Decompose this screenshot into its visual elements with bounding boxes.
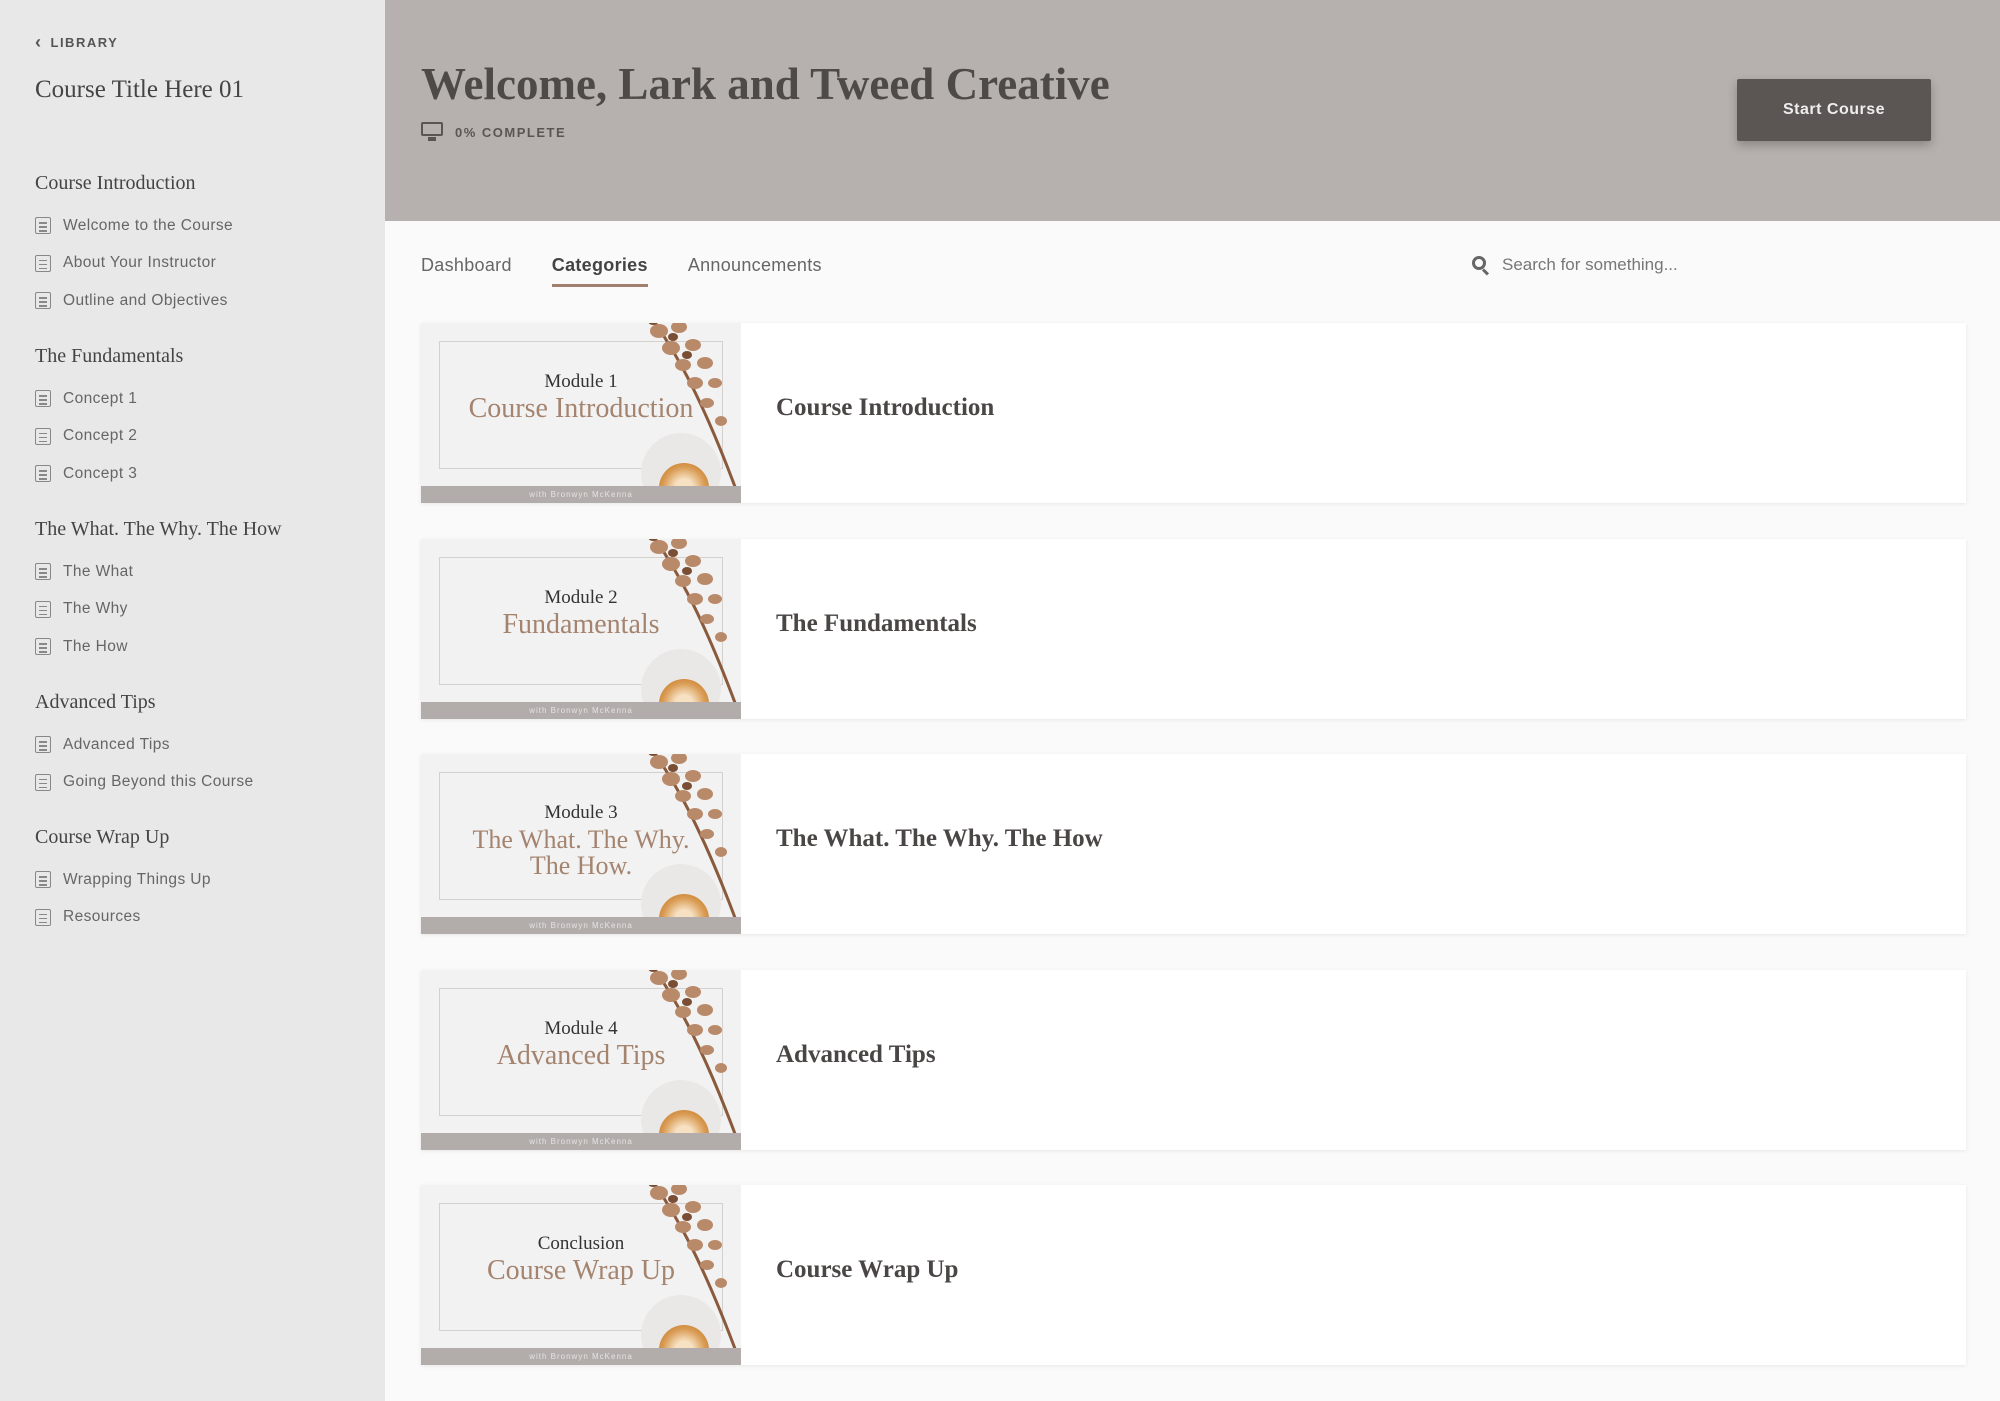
sidebar-lesson-item[interactable]: About Your Instructor (35, 245, 375, 283)
sidebar-lesson-item[interactable]: The How (35, 628, 375, 666)
document-icon (35, 292, 51, 310)
document-icon (35, 390, 51, 408)
sidebar-lesson-item[interactable]: Concept 3 (35, 455, 375, 493)
category-title[interactable]: Course Introduction (776, 394, 994, 422)
tab-categories[interactable]: Categories (551, 255, 648, 287)
document-icon (35, 908, 51, 926)
sidebar-lesson-item[interactable]: The What (35, 553, 375, 591)
sidebar-section-title[interactable]: Advanced Tips (35, 690, 375, 726)
document-icon (35, 563, 51, 581)
sidebar-lesson-label: Concept 2 (63, 427, 138, 445)
category-card[interactable]: Module 1 Course Introduction with Bronwy… (421, 323, 1966, 503)
sidebar-lesson-label: The How (63, 637, 128, 655)
thumbnail-byline: with Bronwyn McKenna (421, 1348, 741, 1365)
category-title[interactable]: Advanced Tips (776, 1041, 936, 1069)
sidebar-section: The What. The Why. The How The What The … (35, 517, 375, 666)
thumbnail-byline: with Bronwyn McKenna (421, 486, 741, 503)
sidebar-lesson-item[interactable]: Concept 2 (35, 418, 375, 456)
sidebar-lesson-item[interactable]: Welcome to the Course (35, 207, 375, 245)
sidebar-section-title[interactable]: Course Wrap Up (35, 825, 375, 861)
document-icon (35, 254, 51, 272)
sidebar-lesson-item[interactable]: Outline and Objectives (35, 282, 375, 320)
sidebar-lesson-label: The What (63, 562, 134, 580)
document-icon (35, 638, 51, 656)
sidebar-section: Course Introduction Welcome to the Cours… (35, 171, 375, 320)
tab-bar: Dashboard Categories Announcements (421, 255, 822, 287)
monitor-icon (421, 122, 443, 142)
course-title: Course Title Here 01 (35, 76, 245, 103)
tab-dashboard[interactable]: Dashboard (421, 255, 512, 287)
thumbnail-byline: with Bronwyn McKenna (421, 1133, 741, 1150)
library-label: LIBRARY (50, 34, 119, 50)
welcome-heading: Welcome, Lark and Tweed Creative (421, 59, 1110, 109)
category-thumbnail[interactable]: Conclusion Course Wrap Up with Bronwyn M… (421, 1185, 741, 1365)
sidebar-section: Advanced Tips Advanced Tips Going Beyond… (35, 690, 375, 801)
category-thumbnail[interactable]: Module 1 Course Introduction with Bronwy… (421, 323, 741, 503)
progress-label: 0% COMPLETE (455, 124, 567, 140)
search-input[interactable] (1502, 255, 1882, 275)
sidebar-lesson-item[interactable]: Going Beyond this Course (35, 764, 375, 802)
sidebar-lesson-item[interactable]: Resources (35, 899, 375, 937)
category-card[interactable]: Module 2 Fundamentals with Bronwyn McKen… (421, 539, 1966, 719)
category-thumbnail[interactable]: Module 4 Advanced Tips with Bronwyn McKe… (421, 970, 741, 1150)
sidebar: ‹ LIBRARY Course Title Here 01 Course In… (0, 0, 385, 1401)
thumbnail-module-label: Module 2 (544, 587, 618, 608)
sidebar-lesson-label: Concept 3 (63, 464, 138, 482)
sidebar-lesson-label: Wrapping Things Up (63, 870, 211, 888)
category-card[interactable]: Module 3 The What. The Why. The How. wit… (421, 754, 1966, 934)
thumbnail-title: Fundamentals (502, 609, 660, 640)
sidebar-lesson-item[interactable]: Advanced Tips (35, 726, 375, 764)
sidebar-lesson-item[interactable]: The Why (35, 591, 375, 629)
document-icon (35, 217, 51, 235)
thumbnail-title: Course Introduction (468, 393, 694, 424)
thumbnail-byline: with Bronwyn McKenna (421, 702, 741, 719)
document-icon (35, 600, 51, 618)
sidebar-section-title[interactable]: Course Introduction (35, 171, 375, 207)
course-header: Welcome, Lark and Tweed Creative 0% COMP… (385, 0, 2000, 221)
category-title[interactable]: The What. The Why. The How (776, 825, 1103, 853)
sidebar-lesson-label: Concept 1 (63, 389, 138, 407)
sidebar-lesson-label: Resources (63, 908, 141, 926)
search-box (1472, 255, 1892, 276)
thumbnail-module-label: Module 3 (544, 802, 618, 823)
sidebar-section: Course Wrap Up Wrapping Things Up Resour… (35, 825, 375, 936)
chevron-left-icon: ‹ (35, 32, 43, 52)
tab-announcements[interactable]: Announcements (688, 255, 822, 287)
search-icon[interactable] (1472, 256, 1490, 276)
progress-indicator: 0% COMPLETE (421, 122, 566, 142)
sidebar-section: The Fundamentals Concept 1 Concept 2 Con… (35, 344, 375, 493)
thumbnail-title: The What. The Why. The How. (472, 825, 690, 880)
sidebar-lesson-label: About Your Instructor (63, 254, 217, 272)
thumbnail-module-label: Module 4 (544, 1018, 618, 1039)
category-title[interactable]: The Fundamentals (776, 610, 977, 638)
sidebar-lesson-item[interactable]: Concept 1 (35, 380, 375, 418)
thumbnail-byline: with Bronwyn McKenna (421, 917, 741, 934)
document-icon (35, 736, 51, 754)
category-thumbnail[interactable]: Module 3 The What. The Why. The How. wit… (421, 754, 741, 934)
sidebar-lesson-label: Going Beyond this Course (63, 773, 254, 791)
category-title[interactable]: Course Wrap Up (776, 1256, 958, 1284)
sidebar-lesson-label: Welcome to the Course (63, 216, 234, 234)
thumbnail-title: Advanced Tips (496, 1040, 666, 1071)
document-icon (35, 465, 51, 483)
document-icon (35, 871, 51, 889)
sidebar-section-title[interactable]: The Fundamentals (35, 344, 375, 380)
thumbnail-module-label: Conclusion (537, 1233, 625, 1254)
category-card[interactable]: Conclusion Course Wrap Up with Bronwyn M… (421, 1185, 1966, 1365)
sidebar-lesson-label: Advanced Tips (63, 735, 170, 753)
document-icon (35, 427, 51, 445)
thumbnail-title: Course Wrap Up (486, 1255, 676, 1286)
sidebar-lesson-label: Outline and Objectives (63, 291, 228, 309)
sidebar-section-title[interactable]: The What. The Why. The How (35, 517, 375, 553)
sidebar-lesson-label: The Why (63, 600, 128, 618)
library-back-link[interactable]: ‹ LIBRARY (35, 30, 385, 54)
document-icon (35, 773, 51, 791)
category-thumbnail[interactable]: Module 2 Fundamentals with Bronwyn McKen… (421, 539, 741, 719)
thumbnail-module-label: Module 1 (544, 371, 618, 392)
start-course-button[interactable]: Start Course (1737, 79, 1931, 141)
sidebar-lesson-item[interactable]: Wrapping Things Up (35, 861, 375, 899)
category-card[interactable]: Module 4 Advanced Tips with Bronwyn McKe… (421, 970, 1966, 1150)
